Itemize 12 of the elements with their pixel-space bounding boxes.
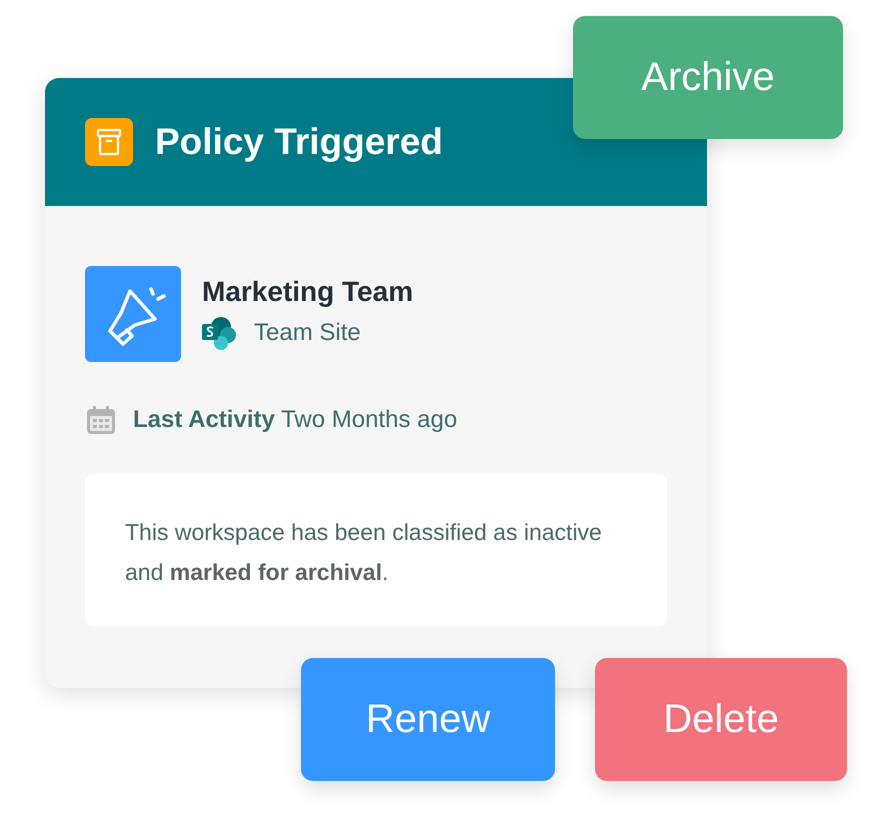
- workspace-name: Marketing Team: [202, 276, 414, 308]
- sharepoint-icon: [202, 316, 236, 350]
- message-text: This workspace has been classified as inactive and marked for archival.: [125, 518, 603, 587]
- workspace-type: Team Site: [254, 319, 361, 347]
- delete-button[interactable]: Delete: [595, 658, 847, 781]
- megaphone-icon: [85, 266, 181, 362]
- archive-box-icon: [85, 118, 133, 166]
- archive-button[interactable]: Archive: [573, 16, 843, 139]
- renew-button[interactable]: Renew: [301, 658, 555, 781]
- card-title: Policy Triggered: [155, 121, 443, 163]
- calendar-icon: [85, 404, 117, 436]
- last-activity-text: Last Activity Two Months ago: [133, 406, 458, 434]
